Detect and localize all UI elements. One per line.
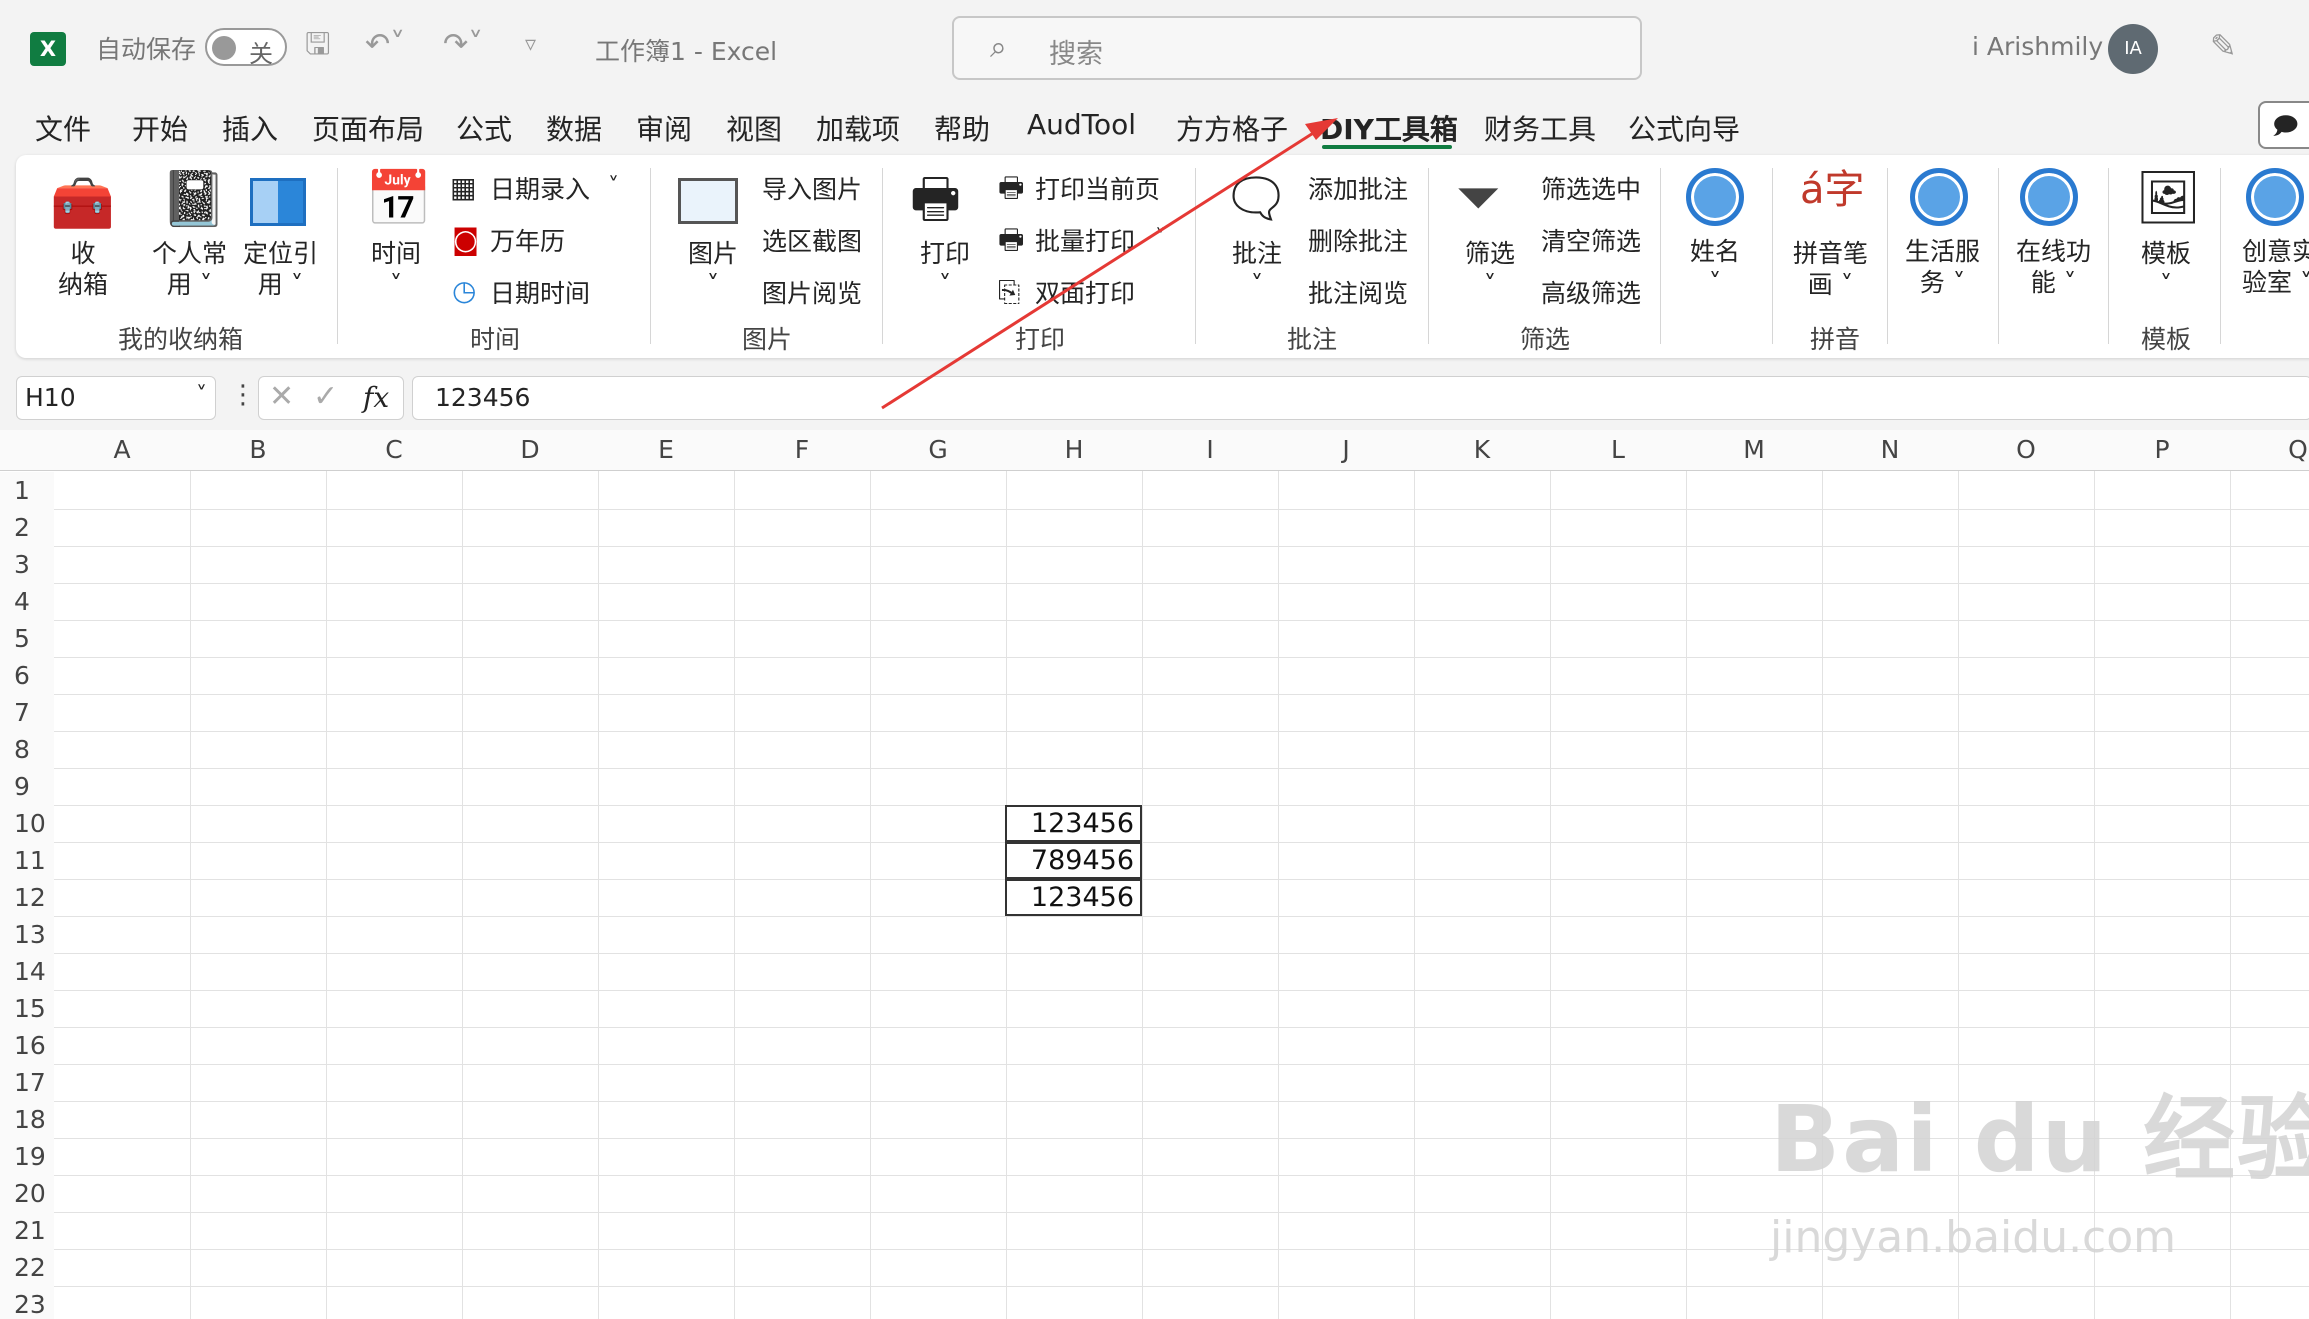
annotation-arrow [881, 118, 1338, 410]
